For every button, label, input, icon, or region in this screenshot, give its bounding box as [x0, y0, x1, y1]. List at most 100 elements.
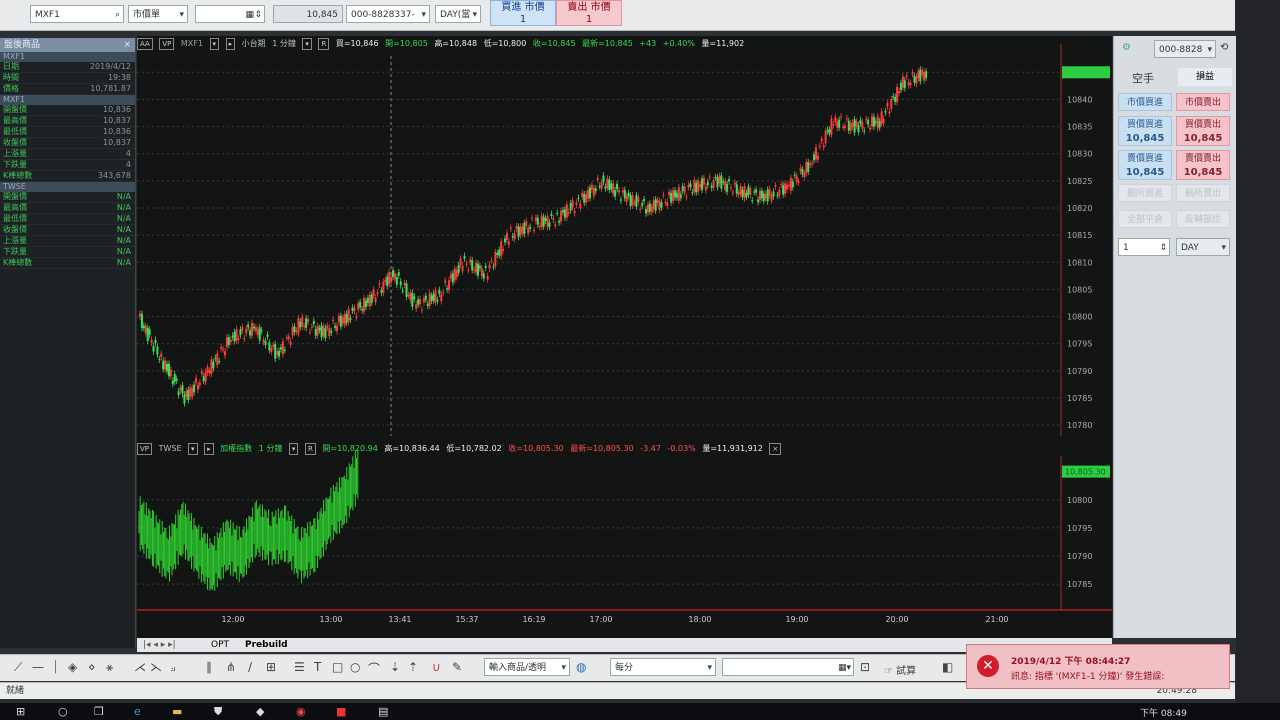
candle-body: [223, 351, 226, 356]
close-all-button[interactable]: 全部平倉: [1118, 210, 1172, 228]
candle-body: [453, 268, 456, 281]
symbol-input[interactable]: MXF1 ⌕: [30, 5, 124, 23]
tab-nav-arrows-icon[interactable]: |◂ ◂ ▸ ▸|: [143, 638, 176, 652]
panel-market-sell-button[interactable]: 市價賣出: [1176, 93, 1230, 111]
eraser-icon[interactable]: ✎: [452, 660, 462, 674]
task-view-icon[interactable]: ❐: [94, 705, 104, 718]
arc-tool-icon[interactable]: ⟓: [170, 660, 176, 675]
globe-icon[interactable]: ◍: [576, 660, 586, 674]
quote-row-value: 343,678: [97, 171, 131, 180]
tab-opt[interactable]: OPT: [211, 638, 229, 652]
cycle-tool-icon[interactable]: ∥: [206, 660, 212, 674]
hline-tool-icon[interactable]: —: [32, 660, 44, 674]
fib-tool-icon[interactable]: ⋄: [88, 660, 96, 674]
fan-tool-icon[interactable]: ⋌: [134, 660, 146, 674]
magnet-icon[interactable]: ∪: [432, 660, 441, 674]
candle-body: [494, 252, 497, 266]
reverse-position-button[interactable]: 反轉部位: [1176, 210, 1230, 228]
candle-body: [550, 213, 553, 216]
candle-body: [457, 264, 460, 273]
candle-body: [505, 232, 508, 241]
period-select[interactable]: 每分: [610, 658, 716, 676]
line-tool-icon[interactable]: ⟋: [14, 660, 22, 675]
candle-body: [527, 227, 530, 234]
candle-body: [173, 373, 176, 382]
panel-market-buy-button[interactable]: 市價買進: [1118, 93, 1172, 111]
status-text: 就緒: [6, 686, 25, 696]
vline-tool-icon[interactable]: ⏐: [52, 660, 59, 675]
list-tool-icon[interactable]: ☰: [294, 660, 305, 674]
candle-body: [619, 199, 622, 201]
candle-body: [726, 183, 729, 192]
curve-tool-icon[interactable]: ⌒: [368, 660, 380, 677]
down-arrow-tool-icon[interactable]: ⇣: [390, 660, 400, 674]
grid-tool-icon[interactable]: ⊞: [266, 660, 276, 674]
pitchfork-tool-icon[interactable]: ⋔: [226, 660, 236, 674]
store-icon[interactable]: ⛊: [214, 705, 222, 719]
sell-at-ask-button[interactable]: 賣價賣出 10,845: [1176, 150, 1230, 180]
ellipse-tool-icon[interactable]: ○: [350, 660, 360, 674]
product-input[interactable]: 輸入商品/透明: [484, 658, 570, 676]
candle-body: [258, 327, 261, 341]
search-icon[interactable]: ○: [58, 705, 68, 718]
chart-area[interactable]: AA VP MXF1 ▾ ▸ 小台期 1 分鐘 ▾ R 買=10,846 開=1…: [137, 36, 1112, 638]
channel-tool-icon[interactable]: ◈: [68, 660, 77, 674]
app-icon[interactable]: ◆: [256, 705, 264, 718]
y-tick-label: 10830: [1067, 150, 1092, 159]
wave-tool-icon[interactable]: ⚹: [106, 660, 113, 675]
windows-start-icon[interactable]: ⊞: [16, 705, 25, 718]
chart-settings-icon[interactable]: ⊡: [860, 660, 870, 674]
sell-at-bid-button[interactable]: 買價賣出 10,845: [1176, 116, 1230, 146]
price-stepper[interactable]: ▦ ⇕: [195, 5, 265, 23]
candle-body: [679, 194, 682, 198]
quote-row-label: 最高價: [3, 116, 27, 125]
taskbar-clock: 下午 08:49: [1140, 709, 1187, 719]
account-select[interactable]: 000-8828337-: [346, 5, 430, 23]
text-tool-icon[interactable]: T: [314, 660, 321, 674]
trade-calc-button[interactable]: ☞ 試算: [884, 662, 916, 677]
error-notification[interactable]: ✕ 2019/4/12 下午 08:44:27 訊息: 指標 '(MXF1-1 …: [966, 644, 1230, 689]
price-field[interactable]: 10,845: [273, 5, 343, 23]
qty-stepper[interactable]: 1 ⇕: [1118, 238, 1170, 256]
gann-tool-icon[interactable]: ⋋: [150, 660, 162, 674]
trading-app-icon[interactable]: ■: [336, 705, 346, 718]
pen-tool-icon[interactable]: ∕: [248, 660, 252, 674]
cancel-sell-button[interactable]: 刪所賣出: [1176, 184, 1230, 202]
market-buy-button[interactable]: 買進 市價 1: [490, 0, 556, 26]
folder-icon[interactable]: ▬: [172, 705, 182, 718]
indicator-input[interactable]: ▦▾: [722, 658, 854, 676]
candle-body: [675, 192, 678, 198]
up-arrow-tool-icon[interactable]: ⇡: [408, 660, 418, 674]
candle-body: [334, 325, 337, 328]
candle-body: [789, 177, 792, 191]
panel-session-select[interactable]: DAY: [1176, 238, 1230, 256]
order-type-select[interactable]: 市價單: [128, 5, 188, 23]
refresh-icon[interactable]: ⟲: [1220, 42, 1228, 53]
candle-body: [312, 320, 315, 324]
candle-body: [156, 346, 159, 355]
rect-tool-icon[interactable]: □: [332, 660, 343, 674]
chrome-icon[interactable]: ◉: [296, 705, 306, 718]
candle-body: [214, 357, 217, 359]
quote-row: 收盤價 10,837: [0, 138, 135, 149]
panel-account-select[interactable]: 000-8828: [1154, 40, 1216, 58]
session-select[interactable]: DAY(當: [435, 5, 481, 23]
edge-browser-icon[interactable]: e: [134, 705, 141, 718]
market-sell-button[interactable]: 賣出 市價 1: [556, 0, 622, 26]
cancel-buy-button[interactable]: 刪所買進: [1118, 184, 1172, 202]
close-icon[interactable]: ×: [123, 38, 131, 52]
buy-at-bid-button[interactable]: 買價買進 10,845: [1118, 116, 1172, 146]
candle-body: [357, 303, 360, 310]
candle-body: [760, 190, 763, 199]
candle-body: [378, 283, 381, 285]
layout-icon[interactable]: ◧: [942, 660, 953, 674]
buy-at-ask-button[interactable]: 賣價買進 10,845: [1118, 150, 1172, 180]
gear-icon[interactable]: ⚙: [1122, 42, 1131, 53]
x-tick-label: 21:00: [985, 615, 1008, 624]
pnl-tab[interactable]: 損益: [1178, 68, 1232, 86]
price-chart-svg[interactable]: 10780 10785 10790 10795 10800 10805 10810 10815…: [137, 36, 1112, 638]
candle-body: [631, 195, 634, 206]
candle-body: [592, 188, 595, 197]
tab-prebuild[interactable]: Prebuild: [245, 638, 288, 652]
document-icon[interactable]: ▤: [378, 705, 388, 718]
